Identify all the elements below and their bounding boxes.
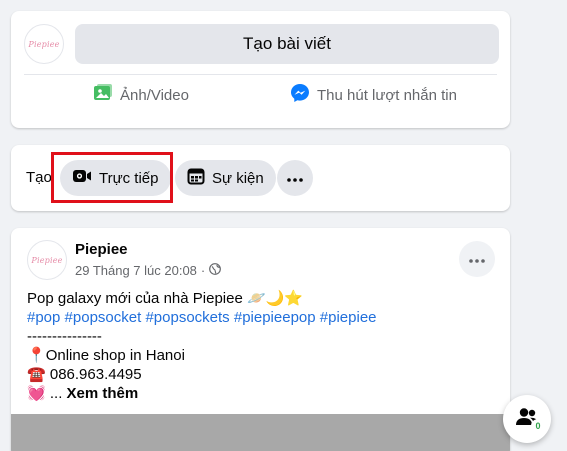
post-meta: 29 Tháng 7 lúc 20:08 · bbox=[75, 263, 222, 278]
event-label: Sự kiện bbox=[212, 169, 264, 187]
hashtag-link[interactable]: #piepieepop bbox=[234, 309, 316, 326]
post-hashtags: #pop #popsocket #popsockets #piepieepop … bbox=[27, 308, 498, 327]
new-contacts-button[interactable]: 0 bbox=[503, 395, 551, 443]
photo-video-button[interactable]: Ảnh/Video bbox=[93, 81, 189, 109]
post-author-avatar[interactable]: Piepiee bbox=[27, 240, 67, 280]
hashtag-link[interactable]: #popsocket bbox=[65, 309, 142, 326]
post-composer: Piepiee Tạo bài viết Ảnh/Video Thu hút l… bbox=[11, 11, 510, 128]
live-video-button[interactable]: Trực tiếp bbox=[60, 160, 171, 196]
post-line-shop: 📍Online shop in Hanoi bbox=[27, 346, 498, 365]
post-timestamp[interactable]: 29 Tháng 7 lúc 20:08 bbox=[75, 263, 197, 278]
shop-text: Online shop in Hanoi bbox=[45, 347, 185, 364]
avatar-logo-text: Piepiee bbox=[31, 255, 63, 265]
avatar-logo-text: Piepiee bbox=[28, 39, 60, 49]
post-author-name[interactable]: Piepiee bbox=[75, 241, 128, 258]
attract-messages-label: Thu hút lượt nhắn tin bbox=[317, 86, 457, 104]
meta-separator: · bbox=[200, 263, 206, 278]
post-text: Pop galaxy mới của nhà Piepiee 🪐🌙⭐ #pop … bbox=[27, 289, 498, 403]
ellipsis-text: ... bbox=[49, 385, 63, 402]
post-more-button[interactable] bbox=[459, 241, 495, 277]
create-more-button[interactable] bbox=[277, 160, 313, 196]
create-label: Tạo bbox=[26, 169, 52, 186]
hashtag-link[interactable]: #popsockets bbox=[145, 309, 229, 326]
post-image[interactable] bbox=[11, 414, 510, 451]
phone-number: 086.963.4495 bbox=[49, 366, 142, 383]
attract-messages-button[interactable]: Thu hút lượt nhắn tin bbox=[290, 81, 457, 109]
live-video-label: Trực tiếp bbox=[99, 169, 159, 187]
globe-icon bbox=[209, 263, 222, 278]
messenger-icon bbox=[290, 83, 310, 107]
composer-divider bbox=[24, 74, 497, 75]
pin-emoji: 📍 bbox=[27, 347, 46, 364]
post-line-more: 💓 ... Xem thêm bbox=[27, 384, 498, 403]
post-divider-text: --------------- bbox=[27, 328, 102, 345]
photo-video-label: Ảnh/Video bbox=[120, 86, 189, 104]
post-title-text: Pop galaxy mới của nhà Piepiee bbox=[27, 290, 243, 307]
feed-post: Piepiee Piepiee 29 Tháng 7 lúc 20:08 · P… bbox=[11, 228, 510, 451]
contacts-badge: 0 bbox=[531, 419, 545, 433]
event-button[interactable]: Sự kiện bbox=[175, 160, 276, 196]
live-video-icon bbox=[72, 168, 92, 188]
create-row: Tạo Trực tiếp Sự kiện bbox=[11, 145, 510, 211]
hashtag-link[interactable]: #piepiee bbox=[320, 309, 377, 326]
more-icon bbox=[287, 169, 303, 187]
page-avatar[interactable]: Piepiee bbox=[24, 24, 64, 64]
phone-emoji: ☎️ bbox=[27, 366, 46, 383]
post-title-emoji: 🪐🌙⭐ bbox=[246, 290, 304, 307]
post-line-phone: ☎️ 086.963.4495 bbox=[27, 365, 498, 384]
hashtag-link[interactable]: #pop bbox=[27, 309, 60, 326]
heart-emoji: 💓 bbox=[27, 385, 46, 402]
photo-video-icon bbox=[93, 83, 113, 107]
more-icon bbox=[469, 250, 485, 268]
create-post-button[interactable]: Tạo bài viết bbox=[75, 24, 499, 64]
post-line-title: Pop galaxy mới của nhà Piepiee 🪐🌙⭐ bbox=[27, 289, 498, 308]
calendar-icon bbox=[187, 167, 205, 189]
see-more-link[interactable]: Xem thêm bbox=[67, 385, 139, 402]
